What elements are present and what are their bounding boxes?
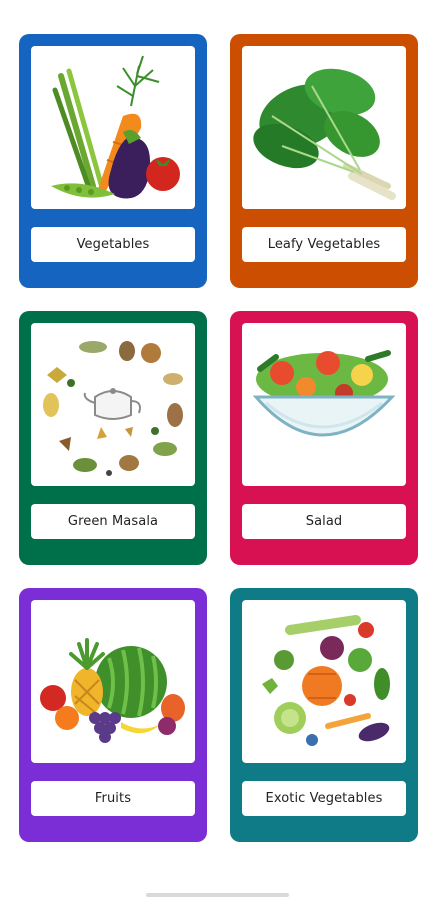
salad-bowl-illustration bbox=[242, 323, 406, 486]
category-label: Vegetables bbox=[31, 227, 195, 262]
category-label: Leafy Vegetables bbox=[242, 227, 406, 262]
category-grid: Vegetables Leafy Vegetables Green Masala… bbox=[0, 0, 434, 900]
leafy-greens-illustration bbox=[242, 46, 406, 209]
spices-illustration bbox=[31, 323, 195, 486]
fruits-illustration bbox=[31, 600, 195, 763]
home-indicator[interactable] bbox=[146, 893, 289, 897]
category-card-fruits[interactable]: Fruits bbox=[19, 588, 207, 842]
category-card-green-masala[interactable]: Green Masala bbox=[19, 311, 207, 565]
category-card-vegetables[interactable]: Vegetables bbox=[19, 34, 207, 288]
exotic-vegetables-illustration bbox=[242, 600, 406, 763]
vegetables-illustration bbox=[31, 46, 195, 209]
category-label: Salad bbox=[242, 504, 406, 539]
category-label: Fruits bbox=[31, 781, 195, 816]
category-card-leafy-vegetables[interactable]: Leafy Vegetables bbox=[230, 34, 418, 288]
category-card-salad[interactable]: Salad bbox=[230, 311, 418, 565]
category-label: Exotic Vegetables bbox=[242, 781, 406, 816]
category-card-exotic-vegetables[interactable]: Exotic Vegetables bbox=[230, 588, 418, 842]
category-label: Green Masala bbox=[31, 504, 195, 539]
